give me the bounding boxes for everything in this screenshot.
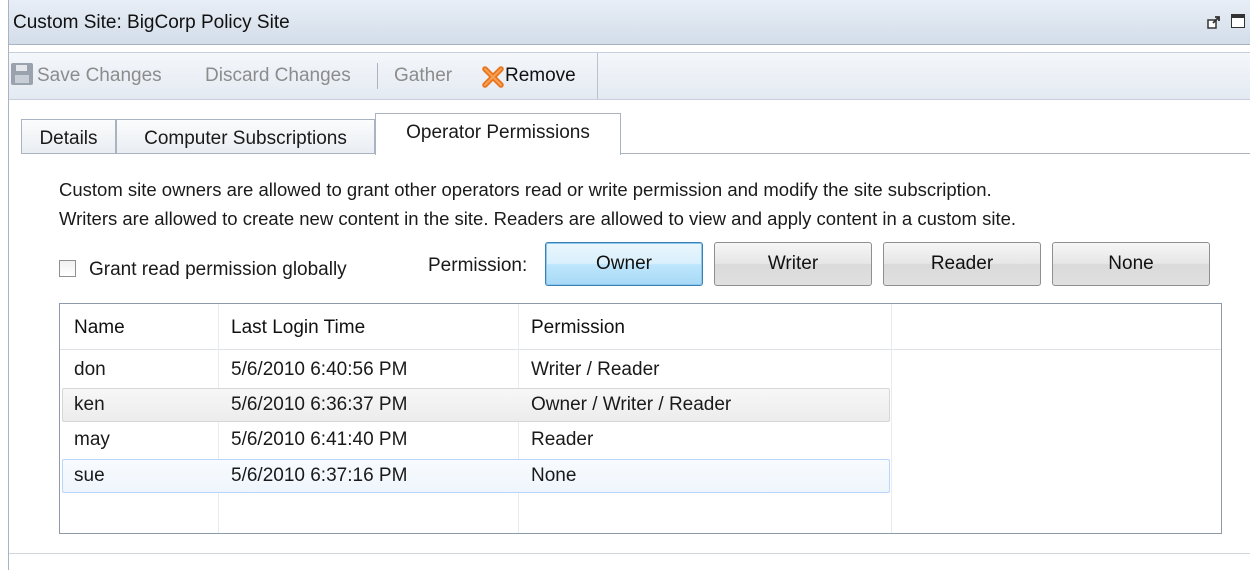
owner-button[interactable]: Owner: [545, 242, 703, 286]
tab-label: Computer Subscriptions: [144, 128, 347, 149]
cell-name: don: [74, 359, 106, 380]
permission-label: Permission:: [428, 255, 528, 276]
gather-button[interactable]: Gather: [394, 65, 452, 87]
toolbar-separator: [377, 63, 378, 89]
tab-computer-subscriptions[interactable]: Computer Subscriptions: [116, 119, 375, 153]
table-row[interactable]: may 5/6/2010 6:41:40 PM Reader: [62, 423, 890, 457]
save-changes-button[interactable]: Save Changes: [37, 65, 162, 87]
cell-permission: Reader: [531, 429, 594, 450]
remove-button[interactable]: Remove: [505, 65, 576, 87]
table-row[interactable]: sue 5/6/2010 6:37:16 PM None: [62, 459, 890, 493]
cell-last-login: 5/6/2010 6:40:56 PM: [231, 359, 408, 380]
column-divider: [891, 304, 892, 533]
table-row[interactable]: ken 5/6/2010 6:36:37 PM Owner / Writer /…: [62, 388, 890, 422]
operators-list[interactable]: Name Last Login Time Permission don 5/6/…: [59, 303, 1222, 534]
panel-bottom-border: [9, 553, 1250, 554]
tab-divider: [21, 153, 1250, 154]
maximize-icon[interactable]: [1231, 14, 1245, 28]
grant-read-globally-checkbox[interactable]: [59, 260, 76, 277]
reader-button[interactable]: Reader: [883, 242, 1041, 286]
tab-operator-permissions[interactable]: Operator Permissions: [375, 113, 621, 155]
grant-read-globally-label[interactable]: Grant read permission globally: [89, 259, 347, 281]
column-header-permission[interactable]: Permission: [531, 317, 625, 339]
tab-label: Operator Permissions: [406, 122, 590, 143]
description-line-1: Custom site owners are allowed to grant …: [59, 179, 992, 200]
list-header: Name Last Login Time Permission: [60, 304, 1221, 350]
discard-changes-button[interactable]: Discard Changes: [205, 65, 351, 87]
window-title: Custom Site: BigCorp Policy Site: [13, 12, 290, 33]
column-header-last-login[interactable]: Last Login Time: [231, 317, 365, 339]
none-button[interactable]: None: [1052, 242, 1210, 286]
cell-permission: None: [531, 465, 577, 486]
cell-name: ken: [74, 394, 105, 415]
remove-x-icon[interactable]: [481, 65, 505, 89]
cell-last-login: 5/6/2010 6:37:16 PM: [231, 465, 408, 486]
column-header-name[interactable]: Name: [74, 317, 125, 339]
title-bar: Custom Site: BigCorp Policy Site: [9, 0, 1250, 45]
cell-name: may: [74, 429, 110, 450]
table-row[interactable]: don 5/6/2010 6:40:56 PM Writer / Reader: [62, 353, 890, 387]
floppy-disk-icon: [11, 63, 33, 85]
popout-icon[interactable]: [1207, 15, 1221, 29]
cell-name: sue: [74, 465, 105, 486]
cell-permission: Owner / Writer / Reader: [531, 394, 732, 415]
description-line-2: Writers are allowed to create new conten…: [59, 208, 1017, 229]
tab-label: Details: [39, 128, 98, 149]
writer-button[interactable]: Writer: [714, 242, 872, 286]
cell-last-login: 5/6/2010 6:41:40 PM: [231, 429, 408, 450]
toolbar-end-separator: [597, 53, 598, 99]
tab-details[interactable]: Details: [21, 119, 116, 153]
tab-strip: Details Computer Subscriptions Operator …: [21, 113, 1250, 155]
cell-last-login: 5/6/2010 6:36:37 PM: [231, 394, 408, 415]
toolbar: Save Changes Discard Changes Gather Remo…: [9, 52, 1250, 100]
cell-permission: Writer / Reader: [531, 359, 660, 380]
custom-site-window: Custom Site: BigCorp Policy Site Save Ch…: [8, 0, 1250, 570]
